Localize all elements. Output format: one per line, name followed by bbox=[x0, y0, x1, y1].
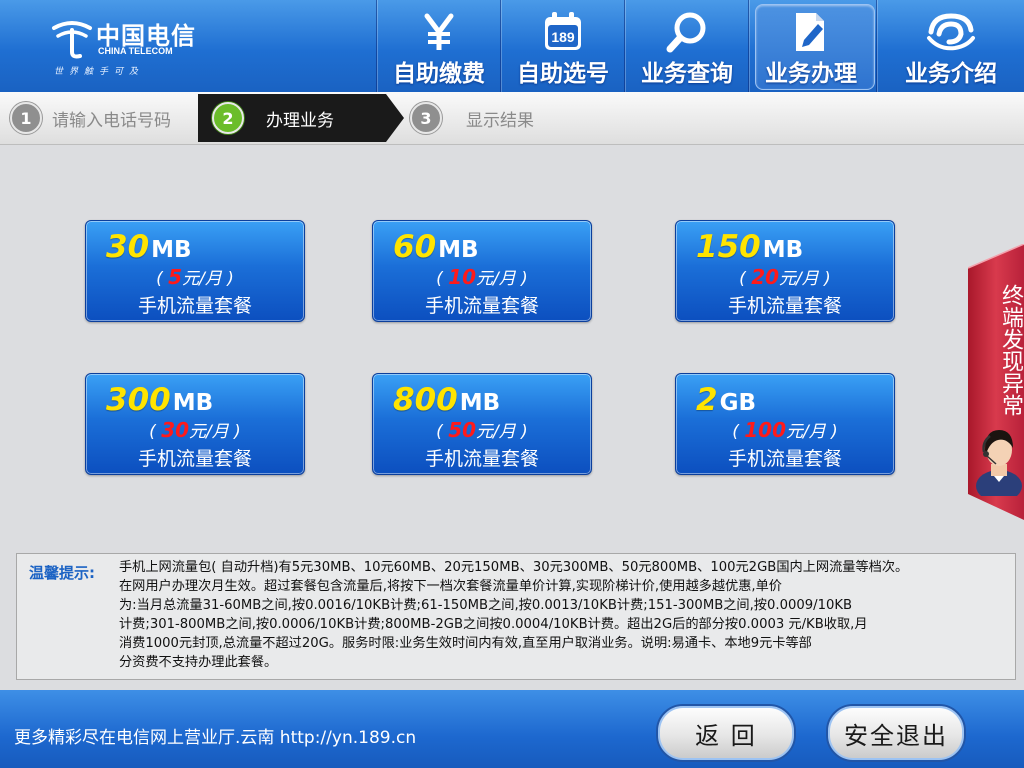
safe-exit-button[interactable]: 安全退出 bbox=[826, 704, 966, 762]
step-label: 显示结果 bbox=[466, 110, 534, 131]
package-card-800mb[interactable]: 800MB ( 50元/月 ) 手机流量套餐 bbox=[372, 373, 592, 475]
telecom-logo-icon bbox=[52, 21, 92, 59]
step-number: 1 bbox=[10, 102, 42, 134]
package-amount: 800MB bbox=[393, 382, 500, 418]
amount-value: 800 bbox=[393, 382, 458, 418]
price-value: 100 bbox=[744, 418, 786, 442]
price-unit: 元/月 bbox=[476, 269, 516, 289]
package-name: 手机流量套餐 bbox=[424, 448, 539, 470]
nav-label: 自助缴费 bbox=[393, 61, 485, 87]
price-value: 20 bbox=[751, 265, 780, 289]
package-card-150mb[interactable]: 150MB ( 20元/月 ) 手机流量套餐 bbox=[675, 220, 895, 322]
package-card-30mb[interactable]: 30MB ( 5元/月 ) 手机流量套餐 bbox=[85, 220, 305, 322]
tips-body: 手机上网流量包( 自动升档)有5元30MB、10元60MB、20元150MB、3… bbox=[119, 558, 999, 672]
nav-business-intro[interactable]: 业务介绍 bbox=[876, 0, 1024, 92]
price-value: 10 bbox=[448, 265, 477, 289]
package-amount: 2GB bbox=[696, 382, 756, 418]
package-price: ( 5元/月 ) bbox=[156, 265, 234, 289]
nav-business-query[interactable]: 业务查询 bbox=[624, 0, 749, 92]
price-unit: 元/月 bbox=[189, 422, 229, 442]
tips-line: 为:当月总流量31-60MB之间,按0.0016/10KB计费;61-150MB… bbox=[119, 598, 853, 613]
amount-value: 60 bbox=[393, 229, 437, 265]
side-tab-label: 终端发现异常 bbox=[998, 284, 1023, 416]
back-button[interactable]: 返 回 bbox=[656, 704, 796, 762]
calendar-number: 189 bbox=[551, 29, 575, 45]
footer-bar: 更多精彩尽在电信网上营业厅.云南 http://yn.189.cn 返 回 安全… bbox=[0, 690, 1024, 768]
amount-value: 2 bbox=[696, 382, 718, 418]
document-pen-icon bbox=[749, 10, 873, 54]
package-price: ( 10元/月 ) bbox=[436, 265, 528, 289]
package-amount: 300MB bbox=[106, 382, 213, 418]
amount-unit: MB bbox=[459, 390, 501, 416]
nav-label: 业务办理 bbox=[765, 61, 857, 87]
package-price: ( 50元/月 ) bbox=[436, 418, 528, 442]
package-amount: 30MB bbox=[106, 229, 192, 265]
step-progress-bar: 1 请输入电话号码 2 办理业务 3 显示结果 bbox=[0, 92, 1024, 145]
yen-icon bbox=[377, 10, 501, 54]
customer-service-avatar bbox=[976, 430, 1022, 496]
package-card-300mb[interactable]: 300MB ( 30元/月 ) 手机流量套餐 bbox=[85, 373, 305, 475]
step-number: 3 bbox=[410, 102, 442, 134]
footer-promo-text: 更多精彩尽在电信网上营业厅.云南 http://yn.189.cn bbox=[14, 728, 417, 748]
nav-business-handling[interactable]: 业务办理 bbox=[748, 0, 875, 92]
china-telecom-logo: 中国电信 CHINA TELECOM 世界触手可及 bbox=[50, 14, 200, 80]
step-1: 1 请输入电话号码 bbox=[10, 92, 171, 144]
tips-line: 消费1000元封顶,总流量不超过20G。服务时限:业务生效时间内有效,直至用户取… bbox=[119, 636, 812, 651]
price-value: 30 bbox=[161, 418, 190, 442]
package-name: 手机流量套餐 bbox=[137, 448, 252, 470]
magnifier-icon bbox=[625, 10, 749, 54]
amount-unit: MB bbox=[762, 237, 804, 263]
telecom-swirl-icon bbox=[877, 10, 1024, 54]
step-2: 2 办理业务 bbox=[212, 92, 334, 144]
tips-line: 手机上网流量包( 自动升档)有5元30MB、10元60MB、20元150MB、3… bbox=[119, 560, 909, 575]
package-price: ( 20元/月 ) bbox=[739, 265, 831, 289]
price-unit: 元/月 bbox=[779, 269, 819, 289]
step-3: 3 显示结果 bbox=[410, 92, 534, 144]
price-value: 50 bbox=[448, 418, 477, 442]
package-name: 手机流量套餐 bbox=[424, 295, 539, 317]
tips-panel: 温馨提示: 手机上网流量包( 自动升档)有5元30MB、10元60MB、20元1… bbox=[16, 553, 1016, 680]
package-card-60mb[interactable]: 60MB ( 10元/月 ) 手机流量套餐 bbox=[372, 220, 592, 322]
tips-title: 温馨提示: bbox=[29, 564, 95, 582]
price-unit: 元/月 bbox=[182, 269, 222, 289]
nav-self-payment[interactable]: 自助缴费 bbox=[376, 0, 501, 92]
package-amount: 60MB bbox=[393, 229, 479, 265]
amount-value: 300 bbox=[106, 382, 171, 418]
header-bar: 中国电信 CHINA TELECOM 世界触手可及 自助缴费 189 自助选号 bbox=[0, 0, 1024, 92]
price-value: 5 bbox=[168, 265, 183, 289]
step-number: 2 bbox=[212, 102, 244, 134]
package-price: ( 100元/月 ) bbox=[732, 418, 838, 442]
amount-value: 150 bbox=[696, 229, 761, 265]
brand-name-en: CHINA TELECOM bbox=[98, 46, 173, 56]
tips-line: 计费;301-800MB之间,按0.0006/10KB计费;800MB-2GB之… bbox=[119, 617, 868, 632]
price-unit: 元/月 bbox=[476, 422, 516, 442]
package-price: ( 30元/月 ) bbox=[149, 418, 241, 442]
calendar-189-icon: 189 bbox=[501, 10, 625, 54]
tips-line: 在网用户办理次月生效。超过套餐包含流量后,将按下一档次套餐流量单价计算,实现阶梯… bbox=[119, 579, 782, 594]
package-amount: 150MB bbox=[696, 229, 803, 265]
tips-line: 分资费不支持办理此套餐。 bbox=[119, 655, 278, 670]
nav-self-number-select[interactable]: 189 自助选号 bbox=[500, 0, 625, 92]
price-unit: 元/月 bbox=[786, 422, 826, 442]
brand-tagline: 世界触手可及 bbox=[54, 67, 145, 77]
package-name: 手机流量套餐 bbox=[137, 295, 252, 317]
amount-value: 30 bbox=[106, 229, 150, 265]
nav-label: 业务介绍 bbox=[905, 61, 997, 87]
step-label: 请输入电话号码 bbox=[52, 110, 171, 131]
step-label: 办理业务 bbox=[266, 110, 334, 131]
amount-unit: MB bbox=[172, 390, 214, 416]
package-name: 手机流量套餐 bbox=[727, 295, 842, 317]
amount-unit: MB bbox=[151, 237, 192, 263]
package-name: 手机流量套餐 bbox=[727, 448, 842, 470]
amount-unit: GB bbox=[719, 390, 756, 416]
nav-label: 业务查询 bbox=[641, 61, 733, 87]
package-card-2gb[interactable]: 2GB ( 100元/月 ) 手机流量套餐 bbox=[675, 373, 895, 475]
amount-unit: MB bbox=[438, 237, 479, 263]
nav-label: 自助选号 bbox=[517, 61, 609, 87]
